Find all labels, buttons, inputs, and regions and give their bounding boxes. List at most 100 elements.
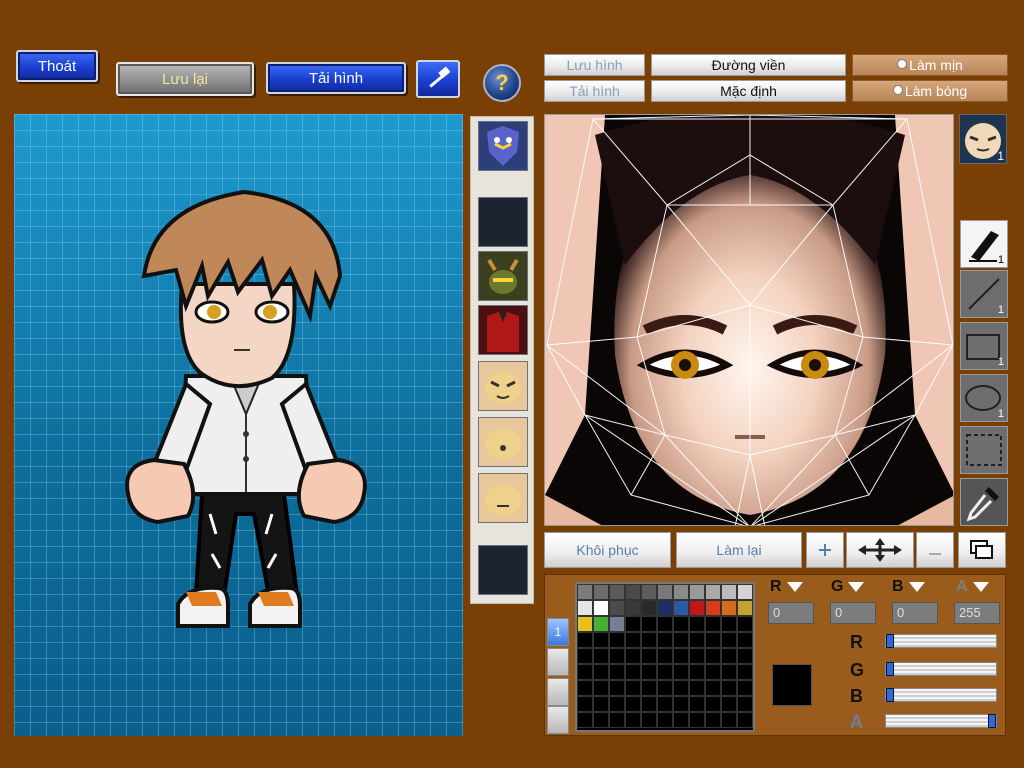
color-swatch[interactable] [625,696,641,712]
pixel-editor-canvas[interactable] [544,114,954,526]
color-swatch[interactable] [689,696,705,712]
color-swatch[interactable] [721,680,737,696]
exit-button[interactable]: Thoát [16,50,98,82]
color-swatch[interactable] [721,648,737,664]
color-swatch[interactable] [593,600,609,616]
load-image-button[interactable]: Tải hình [266,62,406,94]
load-image-button-2[interactable]: Tải hình [544,80,645,102]
color-swatch[interactable] [737,680,753,696]
color-swatch[interactable] [673,600,689,616]
color-swatch[interactable] [593,648,609,664]
color-swatch[interactable] [737,632,753,648]
part-slot-empty-1[interactable] [478,197,528,247]
color-swatch[interactable] [625,616,641,632]
color-swatch[interactable] [657,712,673,728]
color-swatch[interactable] [689,712,705,728]
color-swatch[interactable] [689,648,705,664]
save-image-button[interactable]: Lưu hình [544,54,645,76]
color-swatch[interactable] [577,632,593,648]
color-swatch[interactable] [609,712,625,728]
color-swatch[interactable] [577,680,593,696]
blue-slider[interactable] [885,688,997,702]
move-button[interactable] [846,532,914,568]
color-swatch[interactable] [705,616,721,632]
part-slot-helmet[interactable] [478,251,528,301]
color-swatch[interactable] [673,664,689,680]
color-swatch[interactable] [609,648,625,664]
part-slot-face-2[interactable] [478,417,528,467]
color-swatch[interactable] [721,664,737,680]
part-slot-face-3[interactable] [478,473,528,523]
color-swatch[interactable] [737,712,753,728]
color-swatch[interactable] [625,600,641,616]
color-swatch[interactable] [721,600,737,616]
color-swatch[interactable] [657,616,673,632]
color-swatch[interactable] [577,584,593,600]
color-swatch[interactable] [593,632,609,648]
color-swatch[interactable] [577,616,593,632]
color-swatch[interactable] [689,664,705,680]
zoom-in-button[interactable] [806,532,844,568]
red-slider[interactable] [885,634,997,648]
color-swatch[interactable] [705,600,721,616]
color-swatch[interactable] [689,680,705,696]
color-swatch[interactable] [609,584,625,600]
color-swatch[interactable] [721,712,737,728]
color-swatch[interactable] [657,648,673,664]
color-swatch[interactable] [641,584,657,600]
outline-button[interactable]: Đường viền [651,54,846,76]
color-swatch[interactable] [705,632,721,648]
color-swatch[interactable] [705,696,721,712]
color-swatch[interactable] [721,632,737,648]
color-swatch[interactable] [721,616,737,632]
color-swatch[interactable] [593,616,609,632]
help-button[interactable]: ? [483,64,521,102]
restore-button[interactable]: Khôi phục [544,532,671,568]
shade-option[interactable]: Làm bóng [852,80,1008,102]
color-swatch[interactable] [609,600,625,616]
color-swatch[interactable] [705,648,721,664]
save-button[interactable]: Lưu lại [116,62,254,96]
smooth-radio[interactable] [897,59,908,69]
color-swatch[interactable] [673,680,689,696]
color-swatch[interactable] [657,600,673,616]
color-swatch[interactable] [737,616,753,632]
alpha-slider[interactable] [885,714,997,728]
layer-tab-2[interactable] [547,648,569,676]
part-slot-empty-2[interactable] [478,545,528,595]
color-swatch[interactable] [625,680,641,696]
color-swatch[interactable] [609,616,625,632]
color-swatch[interactable] [641,696,657,712]
green-slider-knob[interactable] [886,662,894,676]
default-button[interactable]: Mặc định [651,80,846,102]
line-tool[interactable]: 1 [960,270,1008,318]
rectangle-tool[interactable]: 1 [960,322,1008,370]
alpha-slider-knob[interactable] [988,714,996,728]
color-swatch[interactable] [593,680,609,696]
color-swatch[interactable] [673,616,689,632]
color-swatch[interactable] [593,712,609,728]
color-swatch[interactable] [609,632,625,648]
part-slot-outfit[interactable] [478,305,528,355]
color-swatch[interactable] [641,632,657,648]
select-tool[interactable] [960,426,1008,474]
color-swatch[interactable] [577,600,593,616]
color-swatch[interactable] [657,632,673,648]
zoom-out-button[interactable] [916,532,954,568]
color-swatch[interactable] [625,648,641,664]
blue-slider-knob[interactable] [886,688,894,702]
layer-tab-3[interactable] [547,678,569,706]
color-swatch[interactable] [625,584,641,600]
color-swatch[interactable] [705,680,721,696]
color-swatch[interactable] [689,584,705,600]
color-swatch[interactable] [705,584,721,600]
smooth-option[interactable]: Làm mịn [852,54,1008,76]
color-swatch[interactable] [625,632,641,648]
blue-value-input[interactable]: 0 [892,602,938,624]
color-swatch[interactable] [721,584,737,600]
color-swatch[interactable] [577,664,593,680]
color-swatch[interactable] [577,712,593,728]
color-swatch[interactable] [721,696,737,712]
color-swatch[interactable] [609,696,625,712]
color-swatch[interactable] [609,664,625,680]
